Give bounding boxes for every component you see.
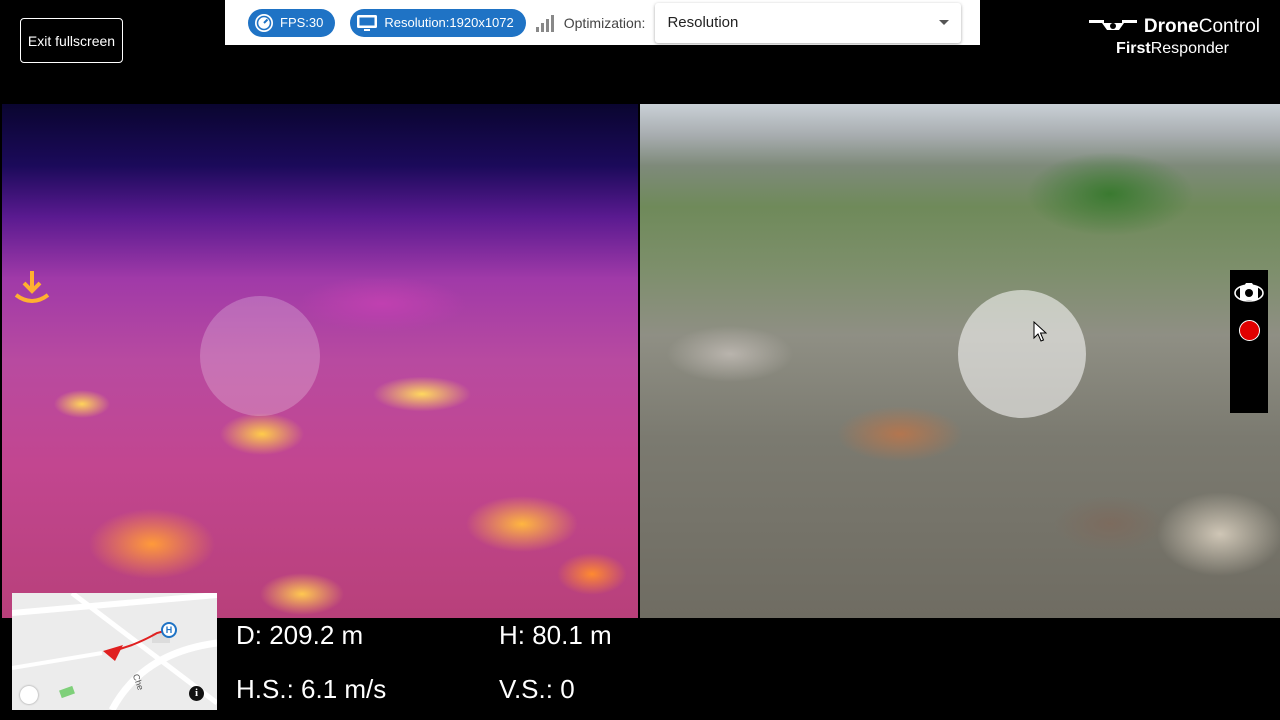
rgb-focus-circle	[958, 290, 1086, 418]
drone-position-icon	[103, 645, 123, 661]
info-icon[interactable]: i	[189, 686, 204, 701]
optimization-select[interactable]: Resolution	[655, 2, 962, 43]
brand-logo: Drone Control FirstResponder	[1088, 16, 1260, 58]
fps-label: FPS:30	[280, 15, 324, 30]
mouse-cursor-icon	[1033, 321, 1047, 342]
horizontal-speed-readout: H.S.: 6.1 m/s	[236, 674, 387, 704]
optimization-value: Resolution	[667, 14, 739, 31]
brand-sub-bold: First	[1116, 40, 1151, 57]
speedometer-icon	[255, 13, 273, 32]
signal-bars-icon	[535, 14, 556, 32]
distance-readout: D: 209.2 m	[236, 620, 364, 650]
resolution-chip[interactable]: Resolution:1920x1072	[350, 8, 526, 37]
chevron-down-icon	[939, 20, 950, 25]
download-arrow-icon	[14, 271, 50, 303]
monitor-icon	[357, 14, 378, 31]
thermal-focus-circle	[200, 296, 320, 416]
camera-switch-icon[interactable]	[1232, 276, 1266, 310]
height-readout: H: 80.1 m	[499, 620, 612, 650]
vertical-speed-readout: V.S.: 0	[499, 674, 575, 704]
brand-name-bold: Drone	[1143, 16, 1199, 37]
compass-icon[interactable]	[20, 686, 38, 704]
brand-name-rest: Control	[1198, 16, 1260, 37]
resolution-label: Resolution:1920x1072	[384, 15, 514, 30]
optimization-label: Optimization:	[563, 14, 646, 31]
fps-chip[interactable]: FPS:30	[248, 8, 336, 37]
drone-icon	[1088, 20, 1137, 30]
home-marker-icon: H	[161, 622, 177, 638]
brand-sub-rest: Responder	[1150, 40, 1229, 57]
exit-fullscreen-button[interactable]: Exit fullscreen	[20, 18, 123, 63]
thermal-video-feed[interactable]	[2, 104, 638, 618]
record-button[interactable]	[1239, 320, 1260, 341]
video-toolbar: FPS:30 Resolution:1920x1072 Optimization…	[225, 0, 980, 45]
camera-control-panel	[1230, 270, 1268, 413]
mini-map[interactable]: H Che i	[12, 593, 217, 710]
rgb-video-feed[interactable]	[640, 104, 1280, 618]
